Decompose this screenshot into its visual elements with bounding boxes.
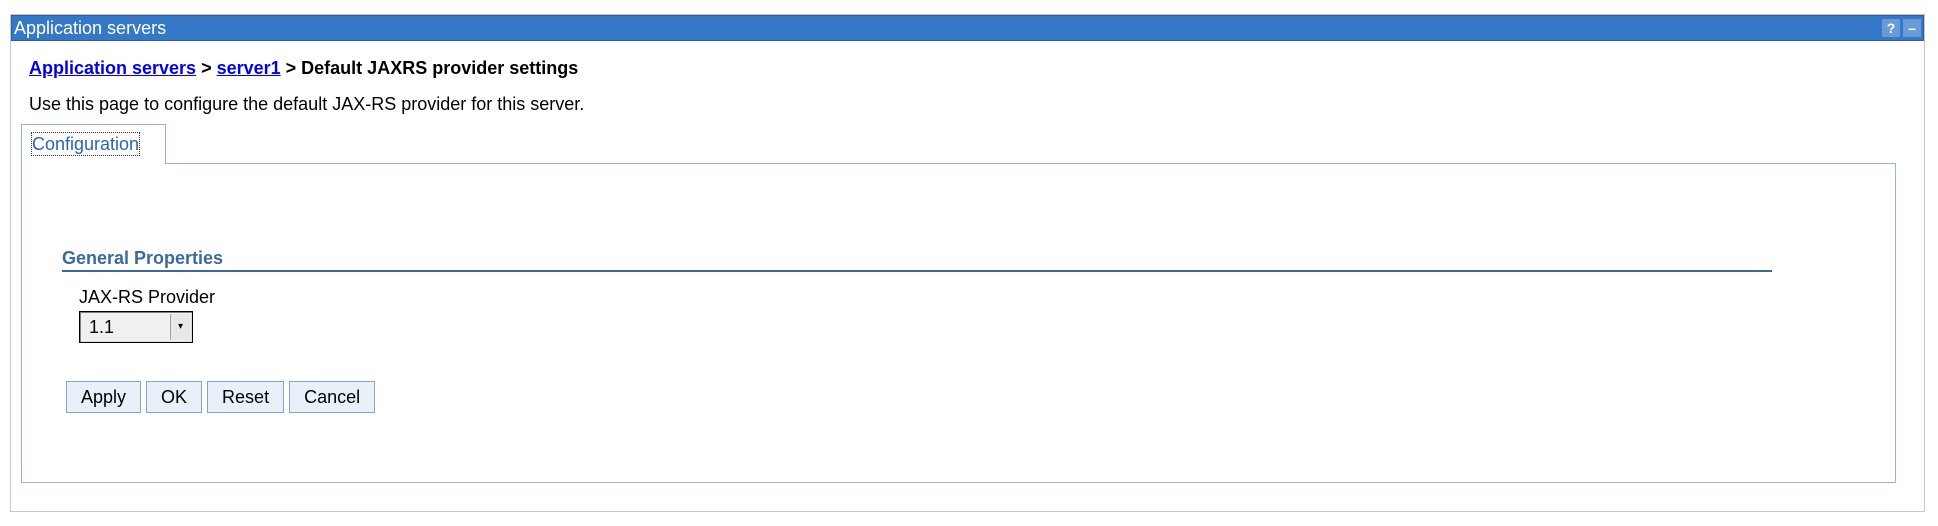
page-description: Use this page to configure the default J… [29, 94, 585, 114]
section-divider [62, 270, 1772, 272]
reset-button[interactable]: Reset [207, 381, 285, 413]
section-title-general-properties: General Properties [62, 248, 224, 268]
ok-button[interactable]: OK [146, 381, 203, 413]
configuration-panel [21, 163, 1896, 483]
apply-button[interactable]: Apply [66, 381, 142, 413]
breadcrumb-link-server1[interactable]: server1 [217, 58, 281, 78]
jaxrs-provider-select-value: 1.1 [89, 317, 115, 337]
breadcrumb-separator: > [196, 58, 217, 78]
breadcrumb-current: Default JAXRS provider settings [301, 58, 579, 78]
breadcrumb: Application servers > server1 > Default … [29, 56, 578, 80]
tab-configuration[interactable]: Configuration [21, 124, 166, 164]
form-buttons: Apply OK Reset Cancel [66, 381, 376, 413]
portlet-title: Application servers [14, 18, 167, 38]
help-icon[interactable]: ? [1882, 19, 1900, 37]
minimize-icon[interactable]: – [1903, 19, 1921, 37]
breadcrumb-separator: > [280, 58, 302, 78]
jaxrs-provider-label: JAX-RS Provider [79, 287, 216, 307]
chevron-down-icon[interactable]: ▾ [170, 314, 190, 340]
tab-configuration-label[interactable]: Configuration [30, 132, 141, 156]
jaxrs-provider-select[interactable]: 1.1 ▾ [79, 311, 193, 343]
cancel-button[interactable]: Cancel [289, 381, 376, 413]
breadcrumb-link-application-servers[interactable]: Application servers [29, 58, 196, 78]
portlet-titlebar: Application servers ? – [11, 15, 1924, 41]
titlebar-controls: ? – [1882, 19, 1921, 37]
